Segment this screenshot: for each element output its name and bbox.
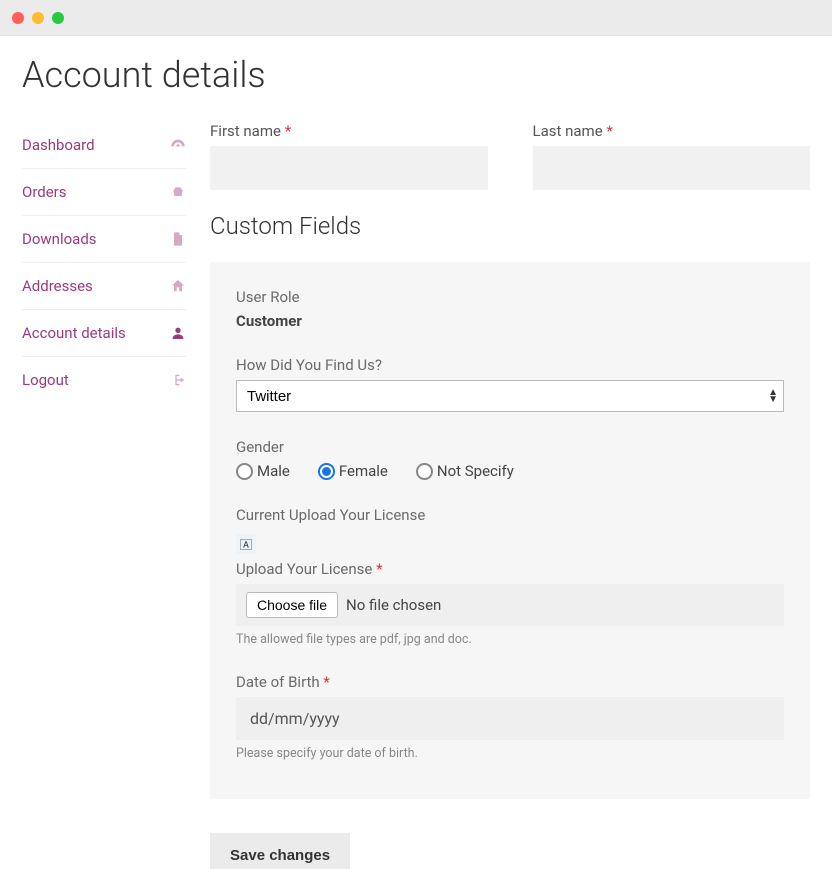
license-thumbnail-icon[interactable]: 🄰 [236,534,256,554]
gender-option-female[interactable]: Female [318,462,388,480]
current-upload-label: Current Upload Your License [236,506,784,524]
first-name-label: First name * [210,122,488,140]
sidebar-item-label: Logout [22,371,69,389]
radio-label: Female [339,462,388,480]
radio-icon [318,463,335,480]
required-mark: * [376,560,382,578]
main-panel: First name * Last name * Custom Fields [210,122,810,869]
user-role-label: User Role [236,288,784,306]
last-name-input[interactable] [533,146,811,190]
sidebar-item-addresses[interactable]: Addresses [22,263,186,310]
find-us-block: How Did You Find Us? Twitter ▲▼ [236,356,784,412]
label-text: Date of Birth [236,673,320,691]
first-name-input[interactable] [210,146,488,190]
dob-hint: Please specify your date of birth. [236,746,784,761]
custom-fields-heading: Custom Fields [210,212,810,240]
sidebar-item-logout[interactable]: Logout [22,357,186,403]
custom-fields-panel: User Role Customer How Did You Find Us? … [210,262,810,799]
basket-icon [170,184,186,200]
required-mark: * [285,122,291,140]
logout-icon [170,372,186,388]
sidebar-item-orders[interactable]: Orders [22,169,186,216]
file-status-text: No file chosen [346,596,441,614]
first-name-field: First name * [210,122,488,190]
sidebar-item-dashboard[interactable]: Dashboard [22,122,186,169]
file-input-row: Choose file No file chosen [236,584,784,626]
window-close-dot[interactable] [12,12,24,24]
find-us-label: How Did You Find Us? [236,356,784,374]
gender-options: Male Female Not Specify [236,462,784,480]
find-us-select[interactable]: Twitter [236,380,784,412]
sidebar-item-account-details[interactable]: Account details [22,310,186,357]
find-us-select-wrap: Twitter ▲▼ [236,380,784,412]
label-text: Last name [533,122,603,140]
gauge-icon [170,137,186,153]
dob-label: Date of Birth * [236,673,784,691]
file-icon [170,231,186,247]
choose-file-button[interactable]: Choose file [246,592,338,618]
content-area: Account details Dashboard Orders Downloa… [0,36,832,869]
name-row: First name * Last name * [210,122,810,190]
user-role-value: Customer [236,312,784,330]
upload-label: Upload Your License * [236,560,784,578]
layout-row: Dashboard Orders Downloads [22,122,810,869]
gender-option-male[interactable]: Male [236,462,290,480]
last-name-field: Last name * [533,122,811,190]
required-mark: * [323,673,329,691]
sidebar-item-label: Account details [22,324,126,342]
label-text: Upload Your License [236,560,372,578]
dob-block: Date of Birth * dd/mm/yyyy Please specif… [236,673,784,761]
user-role-block: User Role Customer [236,288,784,330]
upload-hint: The allowed file types are pdf, jpg and … [236,632,784,647]
radio-label: Not Specify [437,462,514,480]
radio-icon [416,463,433,480]
radio-icon [236,463,253,480]
home-icon [170,278,186,294]
required-mark: * [606,122,612,140]
titlebar [0,0,832,36]
page-title: Account details [22,54,810,96]
window-maximize-dot[interactable] [52,12,64,24]
gender-block: Gender Male Female [236,438,784,480]
sidebar-item-downloads[interactable]: Downloads [22,216,186,263]
window-minimize-dot[interactable] [32,12,44,24]
account-sidebar: Dashboard Orders Downloads [22,122,186,869]
user-icon [170,325,186,341]
save-changes-button[interactable]: Save changes [210,833,350,869]
gender-label: Gender [236,438,784,456]
upload-block: Current Upload Your License 🄰 Upload You… [236,506,784,647]
gender-option-not-specify[interactable]: Not Specify [416,462,514,480]
sidebar-item-label: Dashboard [22,136,95,154]
last-name-label: Last name * [533,122,811,140]
label-text: First name [210,122,281,140]
radio-label: Male [257,462,290,480]
sidebar-item-label: Orders [22,183,67,201]
sidebar-item-label: Addresses [22,277,93,295]
sidebar-item-label: Downloads [22,230,97,248]
dob-input[interactable]: dd/mm/yyyy [236,697,784,740]
app-window: Account details Dashboard Orders Downloa… [0,0,832,869]
